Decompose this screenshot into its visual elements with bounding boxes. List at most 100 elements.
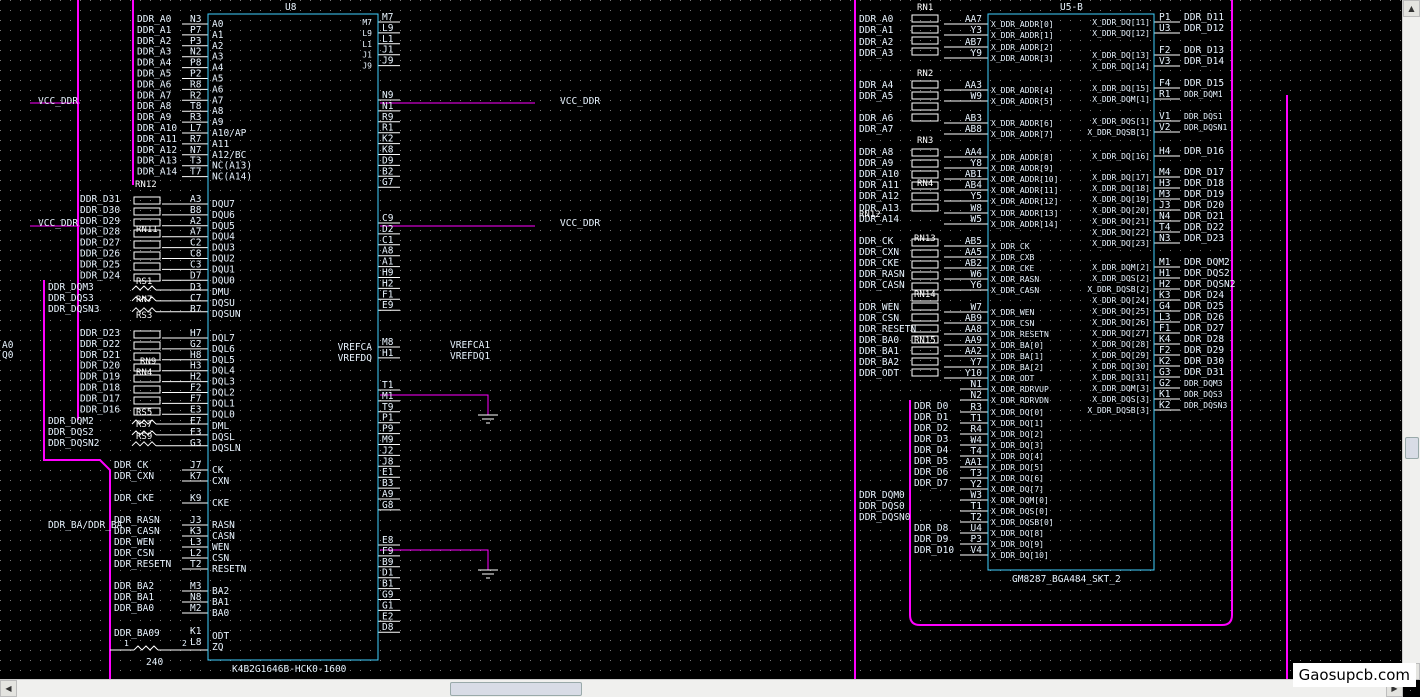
u8-pin-number: G2 (190, 339, 201, 350)
u5-pin-number: H1 (1159, 268, 1171, 279)
u5-pin-name: X_DDR_DQ[16] (1092, 152, 1150, 161)
u5-right-net-label: DDR_D23 (1184, 233, 1224, 244)
schematic-canvas[interactable]: DDR_A0 N3 A0 DDR_A1 P7 A1 DDR_A2 P3 A2 DDR_A3 N2 A3… (0, 0, 1420, 697)
u8-dq-net-label: DDR_D16 (80, 404, 120, 415)
u5-low-net-label: DDR_DQS0 (859, 501, 905, 512)
u8-pin-number: T2 (190, 559, 201, 570)
u5-pin-name: X_DDR_DQ[28] (1092, 340, 1150, 349)
u5-pin-name: X_DDR_DQSB[0] (991, 518, 1054, 527)
u5-pin-name: X_DDR_DQ[23] (1092, 239, 1150, 248)
u5-low-net-label: DDR_D8 (914, 523, 949, 534)
u5-pin-number: K1 (1159, 389, 1171, 400)
u5-right-net-label: DDR_DQS3 (1184, 390, 1223, 399)
resistor-ref: RS3 (136, 311, 152, 321)
u8-pin-number: M2 (190, 603, 201, 614)
u5-pin-number: W4 (971, 435, 983, 446)
u5-pin-number: Y5 (971, 191, 982, 202)
u5-pin-number: F2 (1159, 45, 1170, 56)
u5-pin-number: AA5 (965, 247, 982, 258)
u8-nc-pin-number: J9 (362, 62, 372, 71)
u5-left-net-label: DDR_A6 (859, 113, 894, 124)
u5-pin-number: K3 (1159, 290, 1170, 301)
u8-dq-net-label: DDR_D29 (80, 216, 120, 227)
u8-pin-number: H3 (190, 361, 201, 372)
u5-pin-number: Y6 (971, 280, 983, 291)
u8-pin-number: R1 (382, 123, 394, 134)
u5-resistor-ref: RN12 (859, 210, 881, 220)
vertical-scroll-thumb[interactable] (1405, 437, 1419, 459)
u5-pin-name: X_DDR_DQ[6] (991, 474, 1044, 483)
u8-pin-name: DQU4 (212, 232, 235, 243)
u8-dq-net-label: DDR_D20 (80, 361, 120, 372)
u5-pin-number: W5 (971, 214, 982, 225)
u8-pin-number: L1 (382, 34, 394, 45)
u5-pin-name: X_DDR_ADDR[8] (991, 153, 1054, 162)
u5-pin-number: G3 (1159, 367, 1170, 378)
u5-left-net-label: DDR_ODT (859, 368, 899, 379)
u5-right-net-label: DDR_D15 (1184, 78, 1224, 89)
u5-pin-name: X_DDR_BA[0] (991, 341, 1044, 350)
u8-pin-name: DQU0 (212, 275, 235, 286)
u5-pin-name: X_DDR_DQ[12] (1092, 29, 1150, 38)
u8-pin-name: DQL3 (212, 377, 235, 388)
u5-right-net-label: DDR_D21 (1184, 211, 1224, 222)
u5-right-net-label: DDR_D27 (1184, 323, 1224, 334)
u8-pin-name: A2 (212, 41, 223, 52)
u5-right-net-label: DDR_D24 (1184, 290, 1224, 301)
u8-pin-number: A3 (190, 194, 201, 205)
u8-pin-name: DQU6 (212, 210, 235, 221)
vertical-scrollbar[interactable]: ▲ ▼ (1402, 0, 1420, 680)
u8-left-net-label: DDR_A12 (137, 145, 177, 156)
u5-right-net-label: DDR_DQM1 (1184, 90, 1223, 99)
u5-left-net-label: DDR_CK (859, 236, 894, 247)
u5-pin-number: K2 (1159, 356, 1170, 367)
u5-right-net-label: DDR_DQS2 (1184, 268, 1230, 279)
u5-pin-number: T1 (971, 413, 983, 424)
u8-pin-number: R9 (382, 112, 394, 123)
u5-low-net-label: DDR_D10 (914, 545, 954, 556)
u5-pin-number: F4 (1159, 78, 1171, 89)
u8-title: U8 (285, 2, 297, 13)
u5-right-net-label: DDR_D12 (1184, 23, 1224, 34)
u8-nc-pin-number: L1 (362, 40, 372, 49)
u5-pin-number: AA8 (965, 324, 982, 335)
u8-pin-number: L2 (190, 548, 201, 559)
u8-pin-name: RASN (212, 520, 235, 531)
horizontal-scrollbar[interactable]: ◀ ▶ (0, 679, 1403, 697)
u8-pin-number: R8 (190, 79, 202, 90)
u8-left-net-label: DDR_A1 (137, 25, 172, 36)
u8-pin-number: M9 (382, 435, 394, 446)
scroll-up-icon[interactable]: ▲ (1403, 0, 1420, 17)
scroll-left-icon[interactable]: ◀ (0, 680, 17, 697)
u5-pin-number: R1 (1159, 89, 1171, 100)
vref-net-2: VREFDQ1 (450, 351, 490, 362)
u8-pin-number: C8 (190, 249, 202, 260)
u5-left-net-label: DDR_A1 (859, 25, 894, 36)
u8-pin-number: N9 (382, 90, 394, 101)
u8-pin-name: NC(A14) (212, 172, 252, 183)
u5-pin-number: W3 (971, 490, 982, 501)
u8-left-net-label: DDR_A8 (137, 101, 172, 112)
u5-pin-number: AA7 (965, 14, 982, 25)
u5-right-net-label: DDR_D26 (1184, 312, 1224, 323)
u8-pin-number: L3 (190, 537, 201, 548)
u8-pin-number: C3 (190, 259, 201, 270)
u5-low-net-label: DDR_D3 (914, 434, 948, 445)
u5-left-net-label: DDR_RESETN (859, 324, 916, 335)
u8-ctrl-net-label: DDR_BA2 (114, 581, 154, 592)
u8-pin-number: G7 (382, 177, 393, 188)
u8-pin-number: T1 (382, 380, 394, 391)
u5-right-net-label: DDR_D22 (1184, 222, 1224, 233)
u5-pin-name: X_DDR_ADDR[12] (991, 197, 1058, 206)
horizontal-scroll-thumb[interactable] (450, 682, 582, 696)
u8-pin-name: VREFDQ (338, 353, 373, 364)
u5-pin-number: AA4 (965, 147, 982, 158)
u5-pin-number: R3 (971, 402, 982, 413)
u5-left-net-label: DDR_BA0 (859, 335, 899, 346)
u8-pin-name: DQSU (212, 298, 235, 309)
u8-pin-number: T8 (190, 101, 202, 112)
u5-pin-name: X_DDR_DQ[9] (991, 540, 1044, 549)
u8-pin-name: DML (212, 421, 229, 432)
u8-pin-number: D3 (190, 282, 201, 293)
u5-pin-number: W9 (971, 91, 983, 102)
